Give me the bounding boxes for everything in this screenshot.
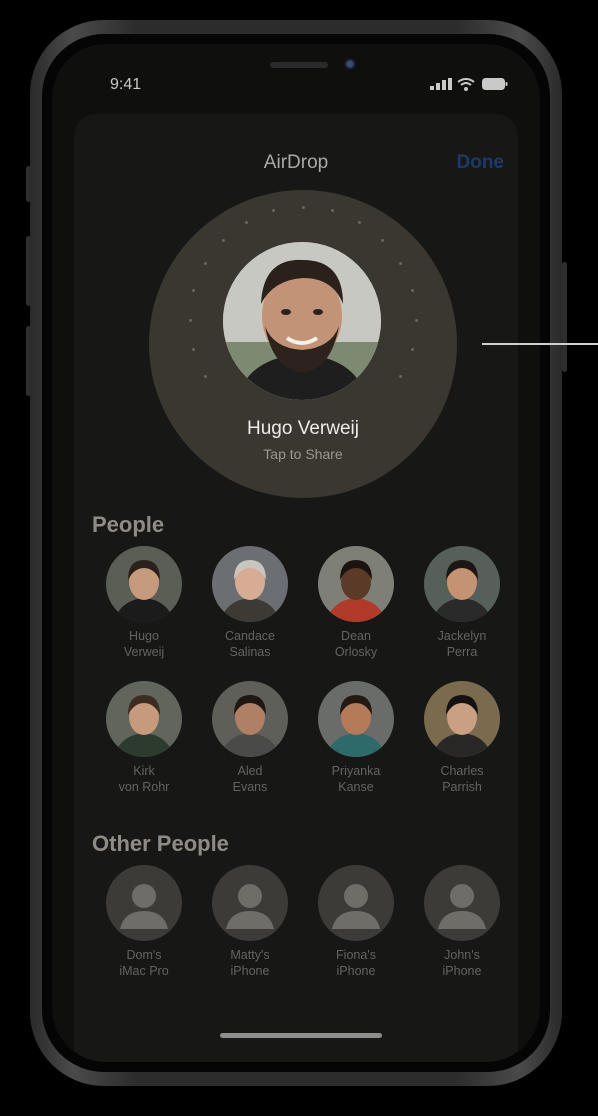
portrait-photo (223, 242, 381, 400)
person-silhouette-icon (120, 884, 168, 929)
device-avatar (318, 865, 394, 941)
person-name: Kirk von Rohr (118, 764, 170, 794)
person-silhouette-icon (226, 884, 274, 929)
person-item[interactable]: Hugo Verweij (99, 546, 189, 660)
radar-dot (245, 220, 248, 224)
radar-dot (399, 375, 403, 378)
other-device-item[interactable]: John's iPhone (417, 865, 507, 979)
portrait-photo (318, 681, 394, 757)
person-name: Hugo Verweij (123, 629, 165, 659)
screen: 9:41 AirDrop Done Hugo Verweij Tap to Sh… (52, 44, 540, 1062)
featured-avatar (223, 242, 381, 400)
device-name: Dom's iMac Pro (119, 948, 169, 978)
person-avatar (212, 681, 288, 757)
person-item[interactable]: Priyanka Kanse (311, 681, 401, 795)
people-heading: People (92, 512, 165, 537)
radar-dot (203, 262, 207, 265)
person-item[interactable]: Charles Parrish (417, 681, 507, 795)
radar-dot (192, 289, 196, 293)
radar-dot (192, 347, 196, 351)
person-name: Jackelyn Perra (437, 629, 487, 659)
radar-dot (203, 375, 207, 378)
portrait-photo (106, 681, 182, 757)
radar-dot (358, 220, 361, 224)
other-device-item[interactable]: Matty's iPhone (205, 865, 295, 979)
radar-dot (410, 289, 414, 293)
person-item[interactable]: Candace Salinas (205, 546, 295, 660)
person-name: Dean Orlosky (334, 629, 378, 659)
featured-recipient[interactable]: Hugo Verweij Tap to Share (149, 190, 457, 498)
radar-dot (301, 205, 305, 209)
radar-dot (221, 238, 225, 242)
person-silhouette-icon (332, 884, 380, 929)
radar-dot (188, 318, 192, 322)
device-avatar (424, 865, 500, 941)
other-people-heading: Other People (92, 831, 229, 856)
device-name: John's iPhone (442, 948, 482, 978)
portrait-photo (424, 546, 500, 622)
radar-dot (410, 347, 414, 351)
radar-dot (330, 209, 334, 213)
done-button[interactable]: Done (457, 152, 505, 174)
person-silhouette-icon (438, 884, 486, 929)
annotation-pointer-line (482, 343, 598, 345)
device-avatar (106, 865, 182, 941)
cellular-signal-icon (430, 78, 452, 90)
person-avatar (424, 546, 500, 622)
person-item[interactable]: Jackelyn Perra (417, 546, 507, 660)
person-avatar (318, 681, 394, 757)
device-name: Matty's iPhone (230, 948, 270, 978)
radar-dot (414, 318, 418, 322)
wifi-icon (457, 78, 475, 91)
person-name: Aled Evans (232, 764, 268, 794)
device-avatar (212, 865, 288, 941)
portrait-photo (212, 681, 288, 757)
home-indicator[interactable] (220, 1033, 382, 1038)
radar-dot (399, 262, 403, 265)
person-item[interactable]: Dean Orlosky (311, 546, 401, 660)
featured-name: Hugo Verweij (247, 418, 359, 439)
featured-subtitle: Tap to Share (263, 446, 343, 462)
person-item[interactable]: Aled Evans (205, 681, 295, 795)
other-device-item[interactable]: Dom's iMac Pro (99, 865, 189, 979)
person-avatar (318, 546, 394, 622)
portrait-photo (212, 546, 288, 622)
sheet-title: AirDrop (263, 152, 329, 173)
person-item[interactable]: Kirk von Rohr (99, 681, 189, 795)
speaker-grille (270, 62, 328, 68)
person-avatar (424, 681, 500, 757)
front-camera (344, 58, 356, 70)
battery-icon (482, 78, 508, 90)
portrait-photo (106, 546, 182, 622)
device-name: Fiona's iPhone (336, 948, 376, 978)
person-avatar (106, 681, 182, 757)
other-device-item[interactable]: Fiona's iPhone (311, 865, 401, 979)
side-button-right (562, 262, 567, 372)
person-name: Priyanka Kanse (331, 764, 381, 794)
radar-dot (272, 209, 276, 213)
portrait-photo (424, 681, 500, 757)
portrait-photo (318, 546, 394, 622)
side-button-left-2 (26, 236, 31, 306)
person-avatar (106, 546, 182, 622)
status-time: 9:41 (110, 76, 142, 93)
person-name: Candace Salinas (224, 629, 276, 659)
radar-dot (381, 238, 385, 242)
person-name: Charles Parrish (440, 764, 484, 794)
side-button-left-1 (26, 166, 31, 202)
airdrop-sheet: AirDrop Done Hugo Verweij Tap to Share P… (74, 114, 518, 1062)
side-button-left-3 (26, 326, 31, 396)
person-avatar (212, 546, 288, 622)
